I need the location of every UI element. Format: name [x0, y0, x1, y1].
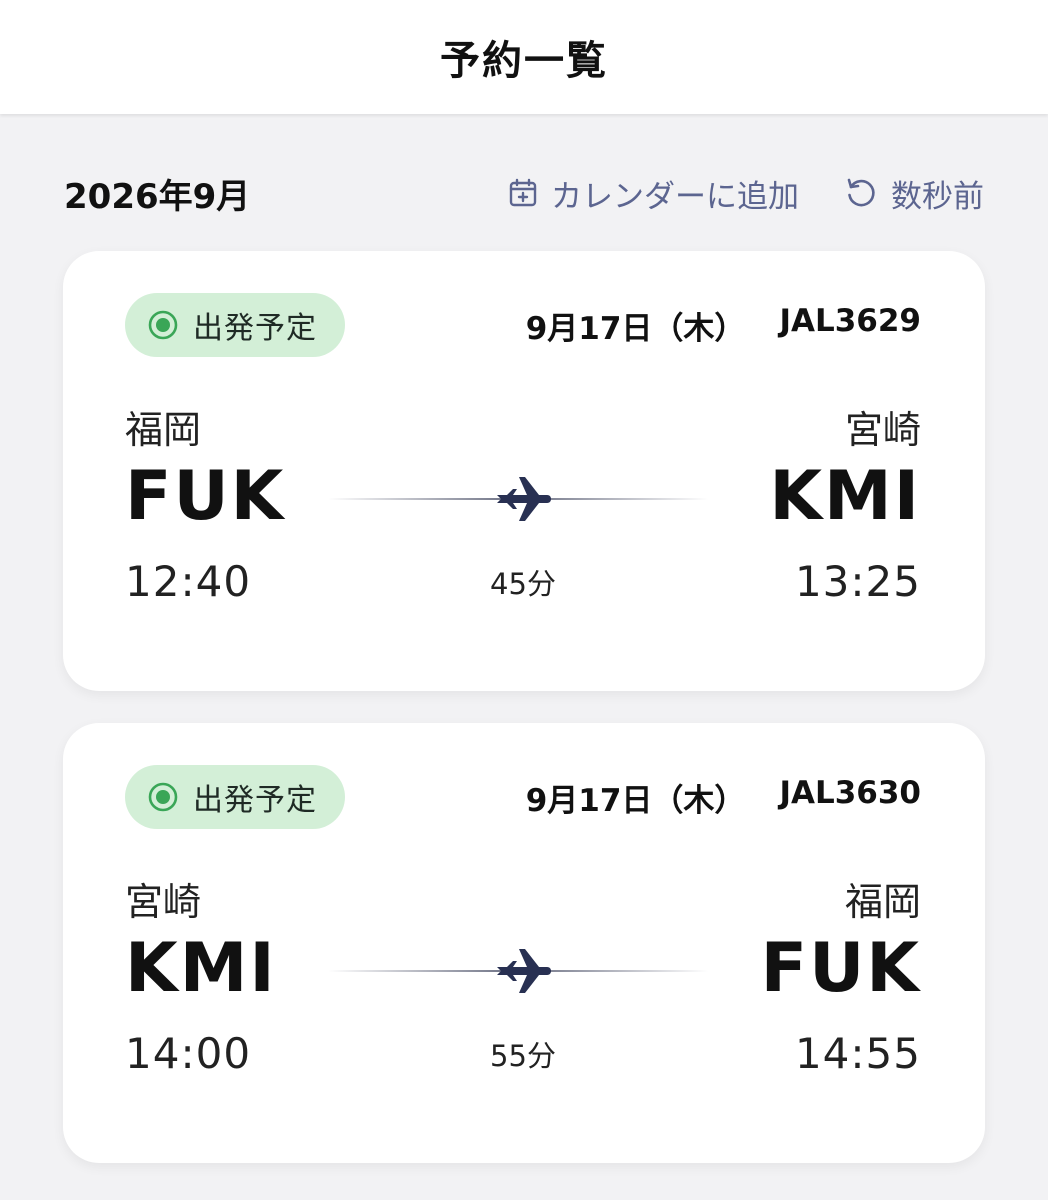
- radio-dot-icon: [148, 310, 178, 340]
- add-to-calendar-button[interactable]: カレンダーに追加: [507, 171, 799, 216]
- status-label: 出発予定: [193, 311, 317, 346]
- radio-dot-icon: [148, 782, 178, 812]
- flight-card[interactable]: 出発予定 9月17日（木） JAL3629 福岡 宮崎 FUK KMI 45分 …: [63, 251, 985, 691]
- flight-number: JAL3629: [779, 303, 921, 339]
- destination-code: FUK: [760, 929, 921, 1008]
- flight-number: JAL3630: [779, 775, 921, 811]
- origin-city: 宮崎: [125, 880, 202, 924]
- add-to-calendar-label: カレンダーに追加: [551, 178, 799, 215]
- origin-code: KMI: [125, 929, 277, 1008]
- destination-code: KMI: [769, 457, 921, 536]
- origin-city: 福岡: [125, 408, 202, 452]
- arrival-time: 14:55: [794, 1029, 921, 1078]
- airplane-icon: [497, 949, 551, 993]
- flight-card[interactable]: 出発予定 9月17日（木） JAL3630 宮崎 福岡 KMI FUK 55分 …: [63, 723, 985, 1163]
- airplane-icon: [497, 477, 551, 521]
- status-label: 出発予定: [193, 783, 317, 818]
- status-badge: 出発予定: [125, 293, 345, 357]
- flight-date: 9月17日（木）: [525, 783, 746, 819]
- calendar-add-icon: [509, 178, 537, 207]
- flight-duration: 55分: [490, 1039, 556, 1073]
- destination-city: 宮崎: [844, 408, 921, 452]
- destination-city: 福岡: [844, 880, 921, 924]
- flight-date: 9月17日（木）: [525, 311, 746, 347]
- section-header: 2026年9月 カレンダーに追加 数秒前: [64, 165, 984, 221]
- flight-duration: 45分: [490, 567, 556, 601]
- departure-time: 12:40: [125, 557, 252, 606]
- flight-meta: 9月17日（木） JAL3630: [526, 775, 921, 820]
- status-badge: 出発予定: [125, 765, 345, 829]
- refresh-label: 数秒前: [891, 178, 984, 215]
- section-actions: カレンダーに追加 数秒前: [507, 171, 984, 216]
- page-title: 予約一覧: [440, 38, 608, 84]
- origin-code: FUK: [125, 457, 286, 536]
- month-label: 2026年9月: [64, 176, 251, 217]
- arrival-time: 13:25: [794, 557, 921, 606]
- refresh-icon: [847, 178, 875, 207]
- flight-meta: 9月17日（木） JAL3629: [526, 303, 921, 348]
- app-header: 予約一覧: [0, 0, 1048, 114]
- departure-time: 14:00: [125, 1029, 252, 1078]
- refresh-button[interactable]: 数秒前: [843, 171, 984, 216]
